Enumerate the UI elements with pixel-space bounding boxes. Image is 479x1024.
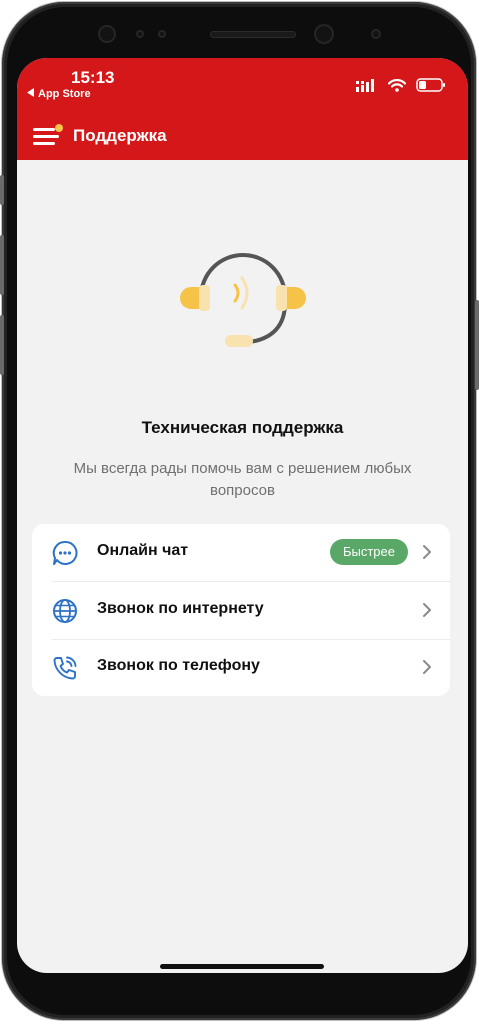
side-button: [475, 300, 479, 390]
option-label: Звонок по интернету: [97, 600, 264, 617]
app-header: 15:13 App Store Поддержка: [17, 58, 468, 160]
hamburger-menu-icon[interactable]: [33, 124, 63, 148]
faster-badge: Быстрее: [329, 539, 408, 565]
side-button: [0, 235, 4, 295]
side-button: [0, 175, 4, 205]
back-app-label: App Store: [38, 88, 91, 100]
back-to-app-store[interactable]: App Store: [27, 88, 91, 100]
front-camera: [98, 25, 116, 43]
status-time: 15:13: [71, 68, 115, 87]
side-button: [0, 315, 4, 375]
option-online-chat[interactable]: Онлайн чат Быстрее: [32, 524, 450, 581]
chevron-right-icon: [422, 544, 432, 560]
page-title: Поддержка: [73, 126, 167, 145]
sensor: [136, 30, 144, 38]
battery-icon: [416, 78, 446, 97]
sensor: [158, 30, 166, 38]
sensor: [371, 29, 381, 39]
wifi-icon: [387, 78, 407, 97]
chevron-right-icon: [422, 602, 432, 618]
face-id-camera: [314, 24, 334, 44]
phone-call-icon: [52, 655, 78, 681]
back-triangle-icon: [27, 88, 35, 100]
globe-icon: [52, 598, 78, 624]
home-indicator[interactable]: [160, 964, 324, 969]
chevron-right-icon: [422, 659, 432, 675]
headset-icon: [177, 245, 307, 355]
status-indicators: [356, 78, 446, 97]
support-title: Техническая поддержка: [141, 418, 344, 437]
support-description: Мы всегда рады помочь вам с решением люб…: [73, 460, 412, 499]
option-internet-call[interactable]: Звонок по интернету: [32, 582, 450, 639]
option-label: Звонок по телефону: [97, 657, 260, 674]
option-phone-call[interactable]: Звонок по телефону: [32, 639, 450, 696]
earpiece-speaker: [210, 31, 296, 38]
support-options-card: Онлайн чат Быстрее Звонок по интернету З…: [32, 524, 450, 696]
app-screen: 15:13 App Store Поддержка Техническая по…: [17, 58, 468, 973]
signal-icon: [356, 78, 378, 97]
chat-bubble-icon: [52, 540, 78, 566]
option-label: Онлайн чат: [97, 542, 189, 559]
notification-dot: [55, 124, 63, 132]
